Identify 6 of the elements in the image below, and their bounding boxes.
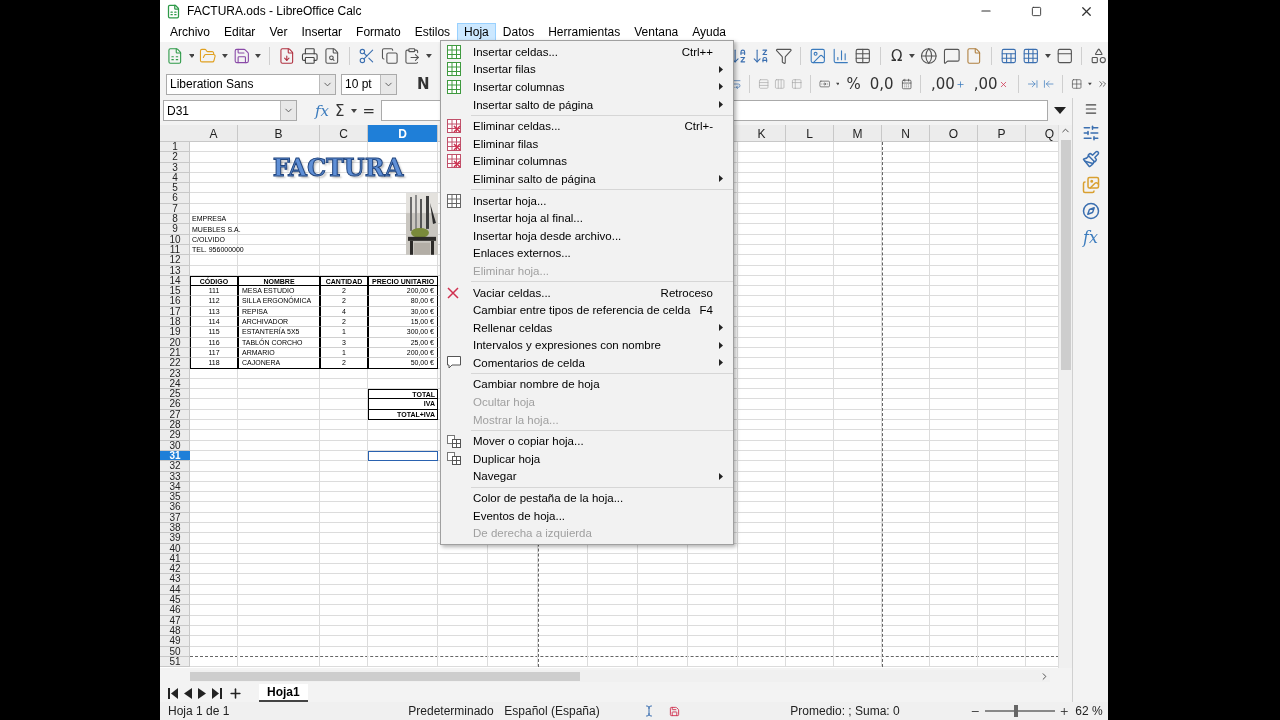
window-title: FACTURA.ods - LibreOffice Calc (187, 4, 363, 18)
sheet-count-text: Hoja 1 de 1 (167, 704, 231, 718)
summary-text: Promedio: ; Suma: 0 (789, 704, 901, 718)
invoice-title: FACTURA (272, 153, 404, 183)
page-style-text: Predeterminado (407, 704, 495, 718)
language-text: Español (España) (503, 704, 601, 718)
